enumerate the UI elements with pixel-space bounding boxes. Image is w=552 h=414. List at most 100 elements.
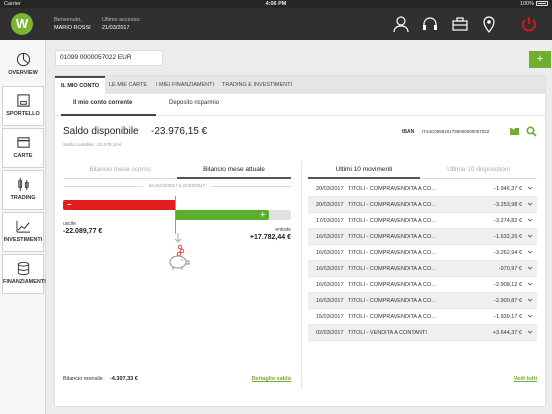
movement-date: 16/03/2017 (316, 234, 344, 240)
movement-description: TITOLI - VENDITA A CONTANTI (348, 330, 427, 336)
user-icon[interactable] (392, 15, 410, 33)
movement-date: 02/03/2017 (316, 330, 344, 336)
headset-icon[interactable] (421, 15, 439, 33)
movement-date: 16/03/2017 (316, 250, 344, 256)
status-bar: Carrier 4:06 PM 100% (0, 0, 552, 8)
tab-current-month[interactable]: Bilancio mese attuale (177, 161, 291, 179)
movement-amount: -1.946,37 € (494, 186, 522, 192)
outflow-value: -22.089,77 € (63, 228, 103, 235)
inflow-bar-remainder (269, 210, 291, 220)
balance-label: Saldo disponibile (63, 126, 139, 137)
subtab-conto-corrente[interactable]: Il mio conto corrente (73, 100, 132, 106)
movement-date: 16/03/2017 (316, 282, 344, 288)
movement-row[interactable]: 20/03/2017 TITOLI - COMPRAVENDITA A CO...… (308, 197, 537, 213)
account-select[interactable]: 01099 0000057022 EUR (55, 50, 163, 66)
tab-last-month[interactable]: Bilancio mese scorso (63, 161, 177, 179)
movement-description: TITOLI - COMPRAVENDITA A CO... (348, 282, 436, 288)
add-button[interactable]: + (529, 51, 551, 68)
sidebar: OVERVIEW SPORTELLO CARTE TRADING INVESTI… (0, 40, 46, 414)
power-icon[interactable] (520, 15, 538, 33)
sidebar-item-trading[interactable]: TRADING (2, 170, 44, 210)
user-name: MARIO ROSSI (54, 25, 91, 31)
balance-panel: Bilancio mese scorso Bilancio mese attua… (63, 161, 291, 386)
panel-divider (301, 161, 302, 389)
inflow-label: entrate (275, 227, 291, 233)
chevron-down-icon[interactable] (527, 233, 533, 239)
movement-description: TITOLI - COMPRAVENDITA A CO... (348, 298, 436, 304)
sidebar-item-label: TRADING (10, 195, 36, 201)
movement-amount: -970,97 € (498, 266, 522, 272)
battery-icon (536, 1, 548, 6)
chevron-down-icon[interactable] (527, 329, 533, 335)
movement-amount: -2.900,87 € (494, 298, 522, 304)
balance-detail-link[interactable]: Dettaglio saldo (252, 376, 291, 382)
app-header: W Benvenuto, MARIO ROSSI Ultimo accesso:… (0, 8, 552, 40)
movement-description: TITOLI - COMPRAVENDITA A CO... (348, 186, 436, 192)
movement-row[interactable]: 15/03/2017 TITOLI - COMPRAVENDITA A CO...… (308, 309, 537, 325)
sidebar-item-sportello[interactable]: SPORTELLO (2, 86, 44, 126)
main-tabs: IL MIO CONTO LE MIE CARTE I MIEI FINANZI… (55, 76, 545, 94)
outflow-bar: – (63, 200, 175, 210)
movement-description: TITOLI - COMPRAVENDITA A CO... (348, 202, 436, 208)
chevron-down-icon[interactable] (527, 281, 533, 287)
last-access-block: Ultimo accesso: 21/03/2017 (102, 16, 141, 32)
piggy-bank-icon (163, 233, 193, 273)
last-access-date: 21/03/2017 (102, 25, 130, 31)
sidebar-item-label: OVERVIEW (8, 70, 38, 76)
chevron-down-icon[interactable] (527, 217, 533, 223)
movement-row[interactable]: 20/03/2017 TITOLI - COMPRAVENDITA A CO...… (308, 181, 537, 197)
outflow-label: uscite (63, 221, 77, 227)
chevron-down-icon[interactable] (527, 313, 533, 319)
movement-description: TITOLI - COMPRAVENDITA A CO... (348, 218, 436, 224)
tab-trading-investimenti[interactable]: TRADING E INVESTIMENTI (221, 76, 293, 94)
sidebar-item-carte[interactable]: CARTE (2, 128, 44, 168)
movement-row[interactable]: 16/03/2017 TITOLI - COMPRAVENDITA A CO...… (308, 293, 537, 309)
tab-last-orders[interactable]: Ultime 10 disposizioni (420, 161, 537, 179)
date-range-text: da 01/03/2017 a 21/03/2017 (148, 183, 206, 188)
coins-icon (17, 261, 29, 276)
subtab-deposito-risparmio[interactable]: Deposito risparmio (169, 100, 219, 106)
card-icon (16, 137, 30, 148)
briefcase-icon[interactable] (451, 15, 469, 33)
monthly-balance-label: Bilancio mensile (63, 376, 103, 382)
sidebar-item-finanziamenti[interactable]: FINANZIAMENTI (2, 254, 46, 294)
chevron-down-icon[interactable] (527, 249, 533, 255)
chevron-down-icon[interactable] (527, 265, 533, 271)
movement-date: 20/03/2017 (316, 186, 344, 192)
sidebar-item-overview[interactable]: OVERVIEW (0, 46, 46, 86)
movement-date: 16/03/2017 (316, 266, 344, 272)
bank-logo[interactable]: W (11, 13, 33, 35)
see-all-link[interactable]: Vedi tutti (514, 376, 537, 382)
sidebar-item-label: INVESTIMENTI (3, 237, 43, 243)
movement-row[interactable]: 17/03/2017 TITOLI - COMPRAVENDITA A CO...… (308, 213, 537, 229)
chevron-down-icon[interactable] (527, 297, 533, 303)
movement-row[interactable]: 02/03/2017 TITOLI - VENDITA A CONTANTI +3.… (308, 325, 537, 341)
iban-value: IT44C0558401799000000057022 (422, 129, 490, 134)
chevron-down-icon[interactable] (527, 201, 533, 207)
tab-last-movements[interactable]: Ultimi 10 movimenti (308, 161, 420, 179)
movement-row[interactable]: 16/03/2017 TITOLI - COMPRAVENDITA A CO...… (308, 245, 537, 261)
movement-amount: -3.274,82 € (494, 218, 522, 224)
movement-row[interactable]: 16/03/2017 TITOLI - COMPRAVENDITA A CO...… (308, 277, 537, 293)
tab-il-mio-conto[interactable]: IL MIO CONTO (55, 76, 105, 94)
monthly-balance-value: -4.307,33 € (110, 376, 138, 382)
mail-icon[interactable] (510, 128, 519, 135)
movement-amount: -2.908,12 € (494, 282, 522, 288)
movement-date: 16/03/2017 (316, 298, 344, 304)
chevron-down-icon[interactable] (527, 185, 533, 191)
sidebar-item-label: CARTE (13, 153, 33, 159)
plus-icon: + (260, 210, 265, 219)
clock: 4:06 PM (265, 1, 287, 7)
sidebar-item-investimenti[interactable]: INVESTIMENTI (2, 212, 44, 252)
atm-icon (16, 94, 30, 107)
location-icon[interactable] (480, 15, 498, 33)
movement-row[interactable]: 16/03/2017 TITOLI - COMPRAVENDITA A CO...… (308, 229, 537, 245)
search-icon[interactable] (526, 126, 537, 137)
welcome-block: Benvenuto, MARIO ROSSI (54, 16, 91, 32)
movement-date: 17/03/2017 (316, 218, 344, 224)
tab-le-mie-carte[interactable]: LE MIE CARTE (107, 76, 149, 94)
balance-value: -23.976,15 € (151, 126, 208, 137)
movement-row[interactable]: 16/03/2017 TITOLI - COMPRAVENDITA A CO...… (308, 261, 537, 277)
tab-i-miei-finanziamenti[interactable]: I MIEI FINANZIAMENTI (153, 76, 217, 94)
movement-date: 20/03/2017 (316, 202, 344, 208)
